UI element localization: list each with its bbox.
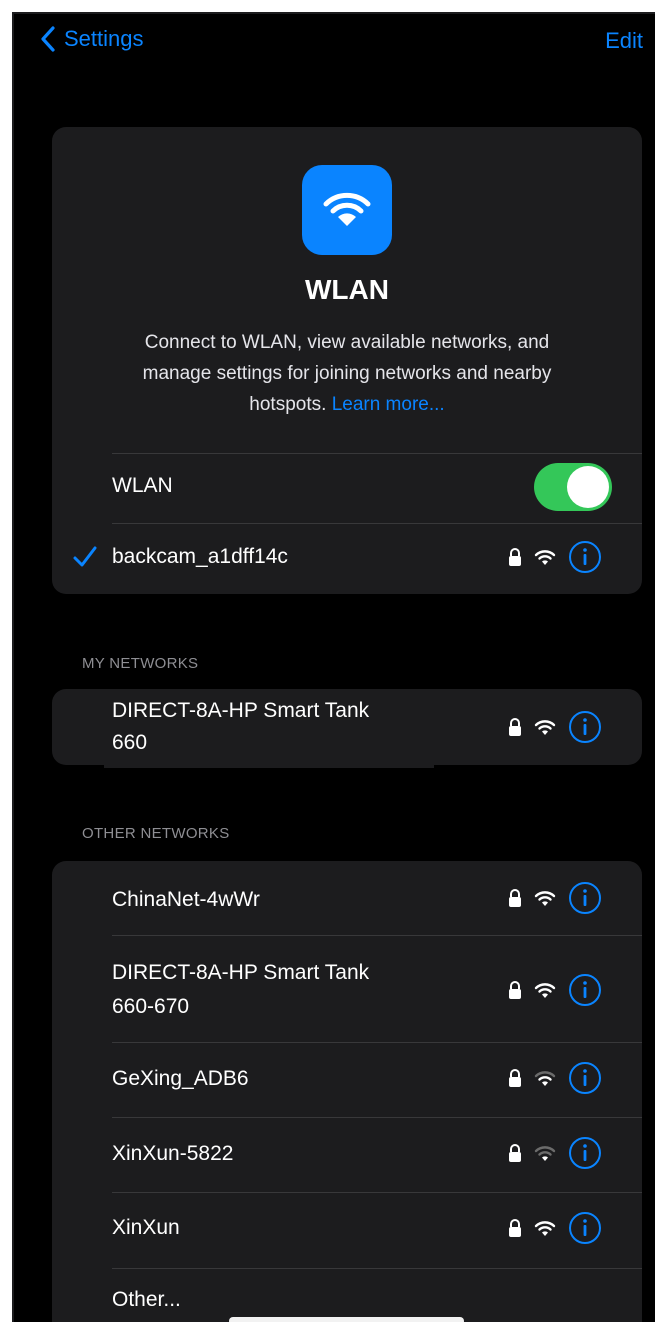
lock-icon xyxy=(509,548,521,566)
wifi-icon xyxy=(323,192,371,226)
wlan-toggle[interactable] xyxy=(534,463,612,511)
lock-icon xyxy=(509,1069,521,1087)
toggle-knob xyxy=(567,466,609,508)
info-icon[interactable] xyxy=(568,881,602,915)
network-name[interactable]: GeXing_ADB6 xyxy=(112,1067,249,1091)
description-line: hotspots. Learn more... xyxy=(82,389,612,420)
lock-icon xyxy=(509,718,521,736)
wlan-toggle-label: WLAN xyxy=(112,474,173,497)
edit-button[interactable]: Edit xyxy=(605,28,643,54)
divider xyxy=(112,523,642,524)
info-icon[interactable] xyxy=(568,973,602,1007)
network-name-line: 660-670 xyxy=(112,995,190,1018)
info-icon[interactable] xyxy=(568,1211,602,1245)
list-edge xyxy=(104,763,434,768)
divider xyxy=(112,453,642,454)
network-name-line: DIRECT-8A-HP Smart Tank xyxy=(112,961,370,984)
network-status-icons xyxy=(508,1136,602,1170)
divider xyxy=(112,935,642,936)
network-status-icons xyxy=(508,973,602,1007)
wifi-icon xyxy=(534,550,556,565)
description-text: hotspots. xyxy=(249,394,327,415)
wifi-icon xyxy=(534,1221,556,1236)
divider xyxy=(112,1192,642,1193)
other-networks-header: OTHER NETWORKS xyxy=(82,825,230,842)
navigation-bar: Settings Edit xyxy=(14,14,655,74)
info-icon[interactable] xyxy=(568,710,602,744)
network-status-icons xyxy=(508,1211,602,1245)
network-status-icons xyxy=(508,1061,602,1095)
network-name[interactable]: XinXun xyxy=(112,1216,180,1240)
other-networks-list: ChinaNet-4wWr DIRECT-8A-HP Smart Tank 66… xyxy=(52,861,642,1322)
network-name[interactable]: DIRECT-8A-HP Smart Tank 660-670 xyxy=(112,956,369,1024)
wifi-app-icon xyxy=(302,165,392,255)
lock-icon xyxy=(509,889,521,907)
wifi-icon xyxy=(534,1071,556,1086)
wlan-description: Connect to WLAN, view available networks… xyxy=(82,327,612,420)
my-networks-list: DIRECT-8A-HP Smart Tank 660 xyxy=(52,689,642,765)
checkmark-icon xyxy=(73,546,97,567)
other-network-button[interactable]: Other... xyxy=(112,1288,181,1312)
network-status-icons xyxy=(508,710,602,744)
wifi-icon xyxy=(534,1146,556,1161)
divider xyxy=(112,1117,642,1118)
divider xyxy=(112,1268,642,1269)
lock-icon xyxy=(509,1219,521,1237)
wlan-header-card: WLAN Connect to WLAN, view available net… xyxy=(52,127,642,594)
chevron-left-icon xyxy=(41,26,55,52)
network-status-icons xyxy=(508,881,602,915)
back-button[interactable]: Settings xyxy=(40,26,144,52)
learn-more-link[interactable]: Learn more... xyxy=(332,394,445,415)
lock-icon xyxy=(509,1144,521,1162)
info-icon[interactable] xyxy=(568,1136,602,1170)
description-line: manage settings for joining networks and… xyxy=(142,363,552,384)
info-icon[interactable] xyxy=(568,1061,602,1095)
network-name[interactable]: DIRECT-8A-HP Smart Tank 660 xyxy=(112,695,369,759)
info-icon[interactable] xyxy=(568,540,602,574)
description-line: Connect to WLAN, view available networks… xyxy=(144,332,550,353)
network-name[interactable]: ChinaNet-4wWr xyxy=(112,888,260,912)
network-name-line: 660 xyxy=(112,731,148,754)
settings-screen: Settings Edit WLAN Connect to WLAN, view… xyxy=(12,12,655,1322)
wifi-icon xyxy=(534,720,556,735)
home-indicator xyxy=(229,1317,464,1322)
lock-icon xyxy=(509,981,521,999)
network-name-line: DIRECT-8A-HP Smart Tank xyxy=(112,699,370,722)
back-label: Settings xyxy=(64,26,144,51)
page-title: WLAN xyxy=(305,274,389,305)
wifi-icon xyxy=(534,983,556,998)
divider xyxy=(112,1042,642,1043)
wifi-icon xyxy=(534,891,556,906)
network-status-icons xyxy=(508,540,602,574)
my-networks-header: MY NETWORKS xyxy=(82,655,199,672)
connected-network-name[interactable]: backcam_a1dff14c xyxy=(112,545,288,569)
network-name[interactable]: XinXun-5822 xyxy=(112,1142,233,1166)
